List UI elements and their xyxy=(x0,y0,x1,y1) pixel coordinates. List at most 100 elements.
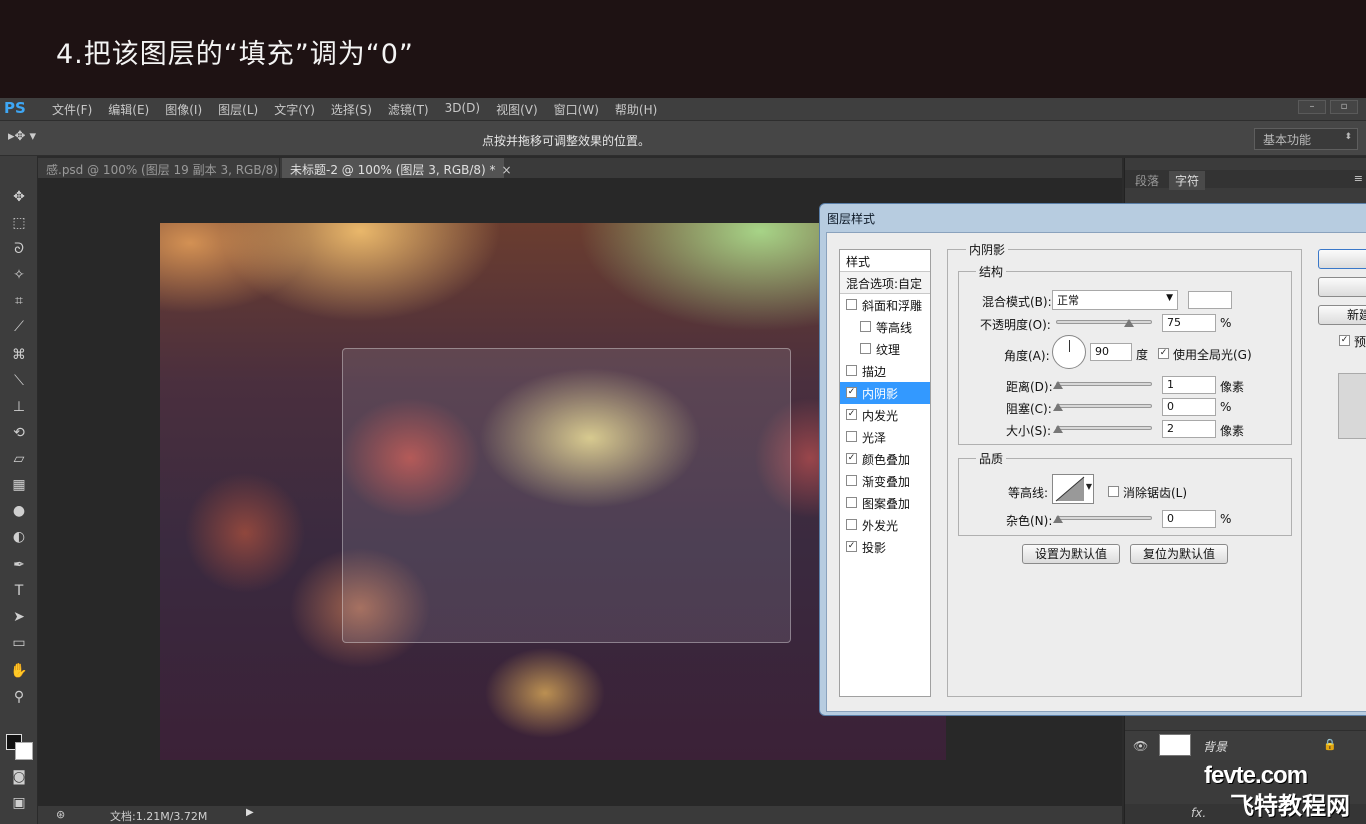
panel-menu-icon[interactable]: ≡ xyxy=(1354,172,1363,185)
blur-icon[interactable]: ● xyxy=(7,500,31,522)
menu-item[interactable]: 选择(S) xyxy=(323,101,380,118)
lasso-icon[interactable]: ᘐ xyxy=(7,238,31,260)
size-slider-thumb[interactable] xyxy=(1053,425,1063,433)
style-checkbox[interactable] xyxy=(846,497,857,508)
style-item[interactable]: 图案叠加 xyxy=(840,492,930,514)
opacity-slider[interactable] xyxy=(1056,320,1152,324)
marquee-icon[interactable]: ⬚ xyxy=(7,212,31,234)
tab-character[interactable]: 字符 xyxy=(1169,171,1206,190)
style-item[interactable]: ✓ 内发光 xyxy=(840,404,930,426)
tab-document-1[interactable]: 感.psd @ 100% (图层 19 副本 3, RGB/8) *× xyxy=(38,158,304,178)
contour-picker[interactable]: ▼ xyxy=(1052,474,1094,504)
blend-options-item[interactable]: 混合选项:自定 xyxy=(840,272,930,294)
hand-icon[interactable]: ✋ xyxy=(7,660,31,682)
menu-item[interactable]: 滤镜(T) xyxy=(380,101,437,118)
style-checkbox[interactable] xyxy=(846,431,857,442)
style-checkbox[interactable] xyxy=(846,299,857,310)
tab-paragraph[interactable]: 段落 xyxy=(1129,171,1165,190)
blend-mode-select[interactable]: 正常 ▼ xyxy=(1052,290,1178,310)
brush-icon[interactable]: ⟍ xyxy=(7,370,31,392)
style-item[interactable]: ✓ 投影 xyxy=(840,536,930,558)
style-checkbox[interactable]: ✓ xyxy=(846,387,857,398)
shape-icon[interactable]: ▭ xyxy=(7,632,31,654)
healing-brush-icon[interactable]: ⌘ xyxy=(7,344,31,366)
status-icon[interactable]: ⊛ xyxy=(56,808,65,821)
opacity-input[interactable]: 75 xyxy=(1162,314,1216,332)
background-color-swatch[interactable] xyxy=(15,742,33,760)
style-checkbox[interactable]: ✓ xyxy=(846,453,857,464)
menu-item[interactable]: 图像(I) xyxy=(157,101,210,118)
menu-item[interactable]: 视图(V) xyxy=(488,101,546,118)
menu-item[interactable]: 窗口(W) xyxy=(546,101,607,118)
preview-checkbox[interactable]: ✓ xyxy=(1339,335,1350,346)
fx-icon[interactable]: fx. xyxy=(1191,806,1206,820)
move-tool-icon[interactable]: ▸✥ ▾ xyxy=(8,129,36,144)
size-slider[interactable] xyxy=(1056,426,1152,430)
distance-slider-thumb[interactable] xyxy=(1053,381,1063,389)
stamp-icon[interactable]: ⊥ xyxy=(7,396,31,418)
style-checkbox[interactable] xyxy=(846,519,857,530)
choke-input[interactable]: 0 xyxy=(1162,398,1216,416)
style-item[interactable]: 纹理 xyxy=(840,338,930,360)
styles-header[interactable]: 样式 xyxy=(840,250,930,272)
size-input[interactable]: 2 xyxy=(1162,420,1216,438)
noise-input[interactable]: 0 xyxy=(1162,510,1216,528)
distance-slider[interactable] xyxy=(1056,382,1152,386)
menu-item[interactable]: 3D(D) xyxy=(437,101,488,118)
shadow-color-swatch[interactable] xyxy=(1188,291,1232,309)
style-item[interactable]: 渐变叠加 xyxy=(840,470,930,492)
style-item[interactable]: 斜面和浮雕 xyxy=(840,294,930,316)
menu-item[interactable]: 文件(F) xyxy=(44,101,100,118)
style-checkbox[interactable] xyxy=(860,343,871,354)
reset-button[interactable]: 复 xyxy=(1318,277,1366,297)
new-style-button[interactable]: 新建样 xyxy=(1318,305,1366,325)
crop-icon[interactable]: ⌗ xyxy=(7,290,31,312)
magic-wand-icon[interactable]: ✧ xyxy=(7,264,31,286)
restore-button[interactable]: ▫ xyxy=(1330,100,1358,114)
tab-document-2[interactable]: 未标题-2 @ 100% (图层 3, RGB/8) * × xyxy=(282,158,512,178)
history-brush-icon[interactable]: ⟲ xyxy=(7,422,31,444)
reset-default-button[interactable]: 复位为默认值 xyxy=(1130,544,1228,564)
angle-input[interactable]: 90 xyxy=(1090,343,1132,361)
style-item[interactable]: 外发光 xyxy=(840,514,930,536)
eye-icon[interactable]: 👁 xyxy=(1133,739,1148,753)
menu-item[interactable]: 帮助(H) xyxy=(607,101,665,118)
move-icon[interactable]: ✥ xyxy=(7,186,31,208)
style-checkbox[interactable] xyxy=(846,365,857,376)
zoom-icon[interactable]: ⚲ xyxy=(7,686,31,708)
style-checkbox[interactable] xyxy=(860,321,871,332)
style-item[interactable]: 描边 xyxy=(840,360,930,382)
choke-slider-thumb[interactable] xyxy=(1053,403,1063,411)
style-checkbox[interactable]: ✓ xyxy=(846,409,857,420)
path-selection-icon[interactable]: ➤ xyxy=(7,606,31,628)
style-checkbox[interactable]: ✓ xyxy=(846,541,857,552)
antialias-checkbox[interactable] xyxy=(1108,486,1119,497)
choke-slider[interactable] xyxy=(1056,404,1152,408)
eyedropper-icon[interactable]: ⟋ xyxy=(7,316,31,338)
dodge-icon[interactable]: ◐ xyxy=(7,526,31,548)
quick-mask-icon[interactable]: ◙ xyxy=(7,766,31,788)
type-icon[interactable]: T xyxy=(7,580,31,602)
distance-input[interactable]: 1 xyxy=(1162,376,1216,394)
global-light-checkbox[interactable]: ✓ xyxy=(1158,348,1169,359)
close-icon[interactable]: × xyxy=(502,163,512,177)
gradient-icon[interactable]: ▦ xyxy=(7,474,31,496)
screen-mode-icon[interactable]: ▣ xyxy=(7,792,31,814)
workspace-select[interactable]: 基本功能 ⬍ xyxy=(1254,128,1358,150)
layer-row-background[interactable]: 👁 背景 🔒 xyxy=(1125,730,1366,760)
eraser-icon[interactable]: ▱ xyxy=(7,448,31,470)
minimize-button[interactable]: – xyxy=(1298,100,1326,114)
menu-item[interactable]: 编辑(E) xyxy=(100,101,157,118)
style-checkbox[interactable] xyxy=(846,475,857,486)
style-item[interactable]: 等高线 xyxy=(840,316,930,338)
glass-rectangle-layer[interactable] xyxy=(342,348,791,643)
style-item[interactable]: ✓ 颜色叠加 xyxy=(840,448,930,470)
ok-button[interactable]: 确 xyxy=(1318,249,1366,269)
make-default-button[interactable]: 设置为默认值 xyxy=(1022,544,1120,564)
style-item[interactable]: 光泽 xyxy=(840,426,930,448)
status-menu-arrow-icon[interactable]: ▶ xyxy=(246,807,254,818)
pen-icon[interactable]: ✒ xyxy=(7,554,31,576)
angle-dial[interactable] xyxy=(1052,335,1086,369)
noise-slider[interactable] xyxy=(1056,516,1152,520)
opacity-slider-thumb[interactable] xyxy=(1124,319,1134,327)
